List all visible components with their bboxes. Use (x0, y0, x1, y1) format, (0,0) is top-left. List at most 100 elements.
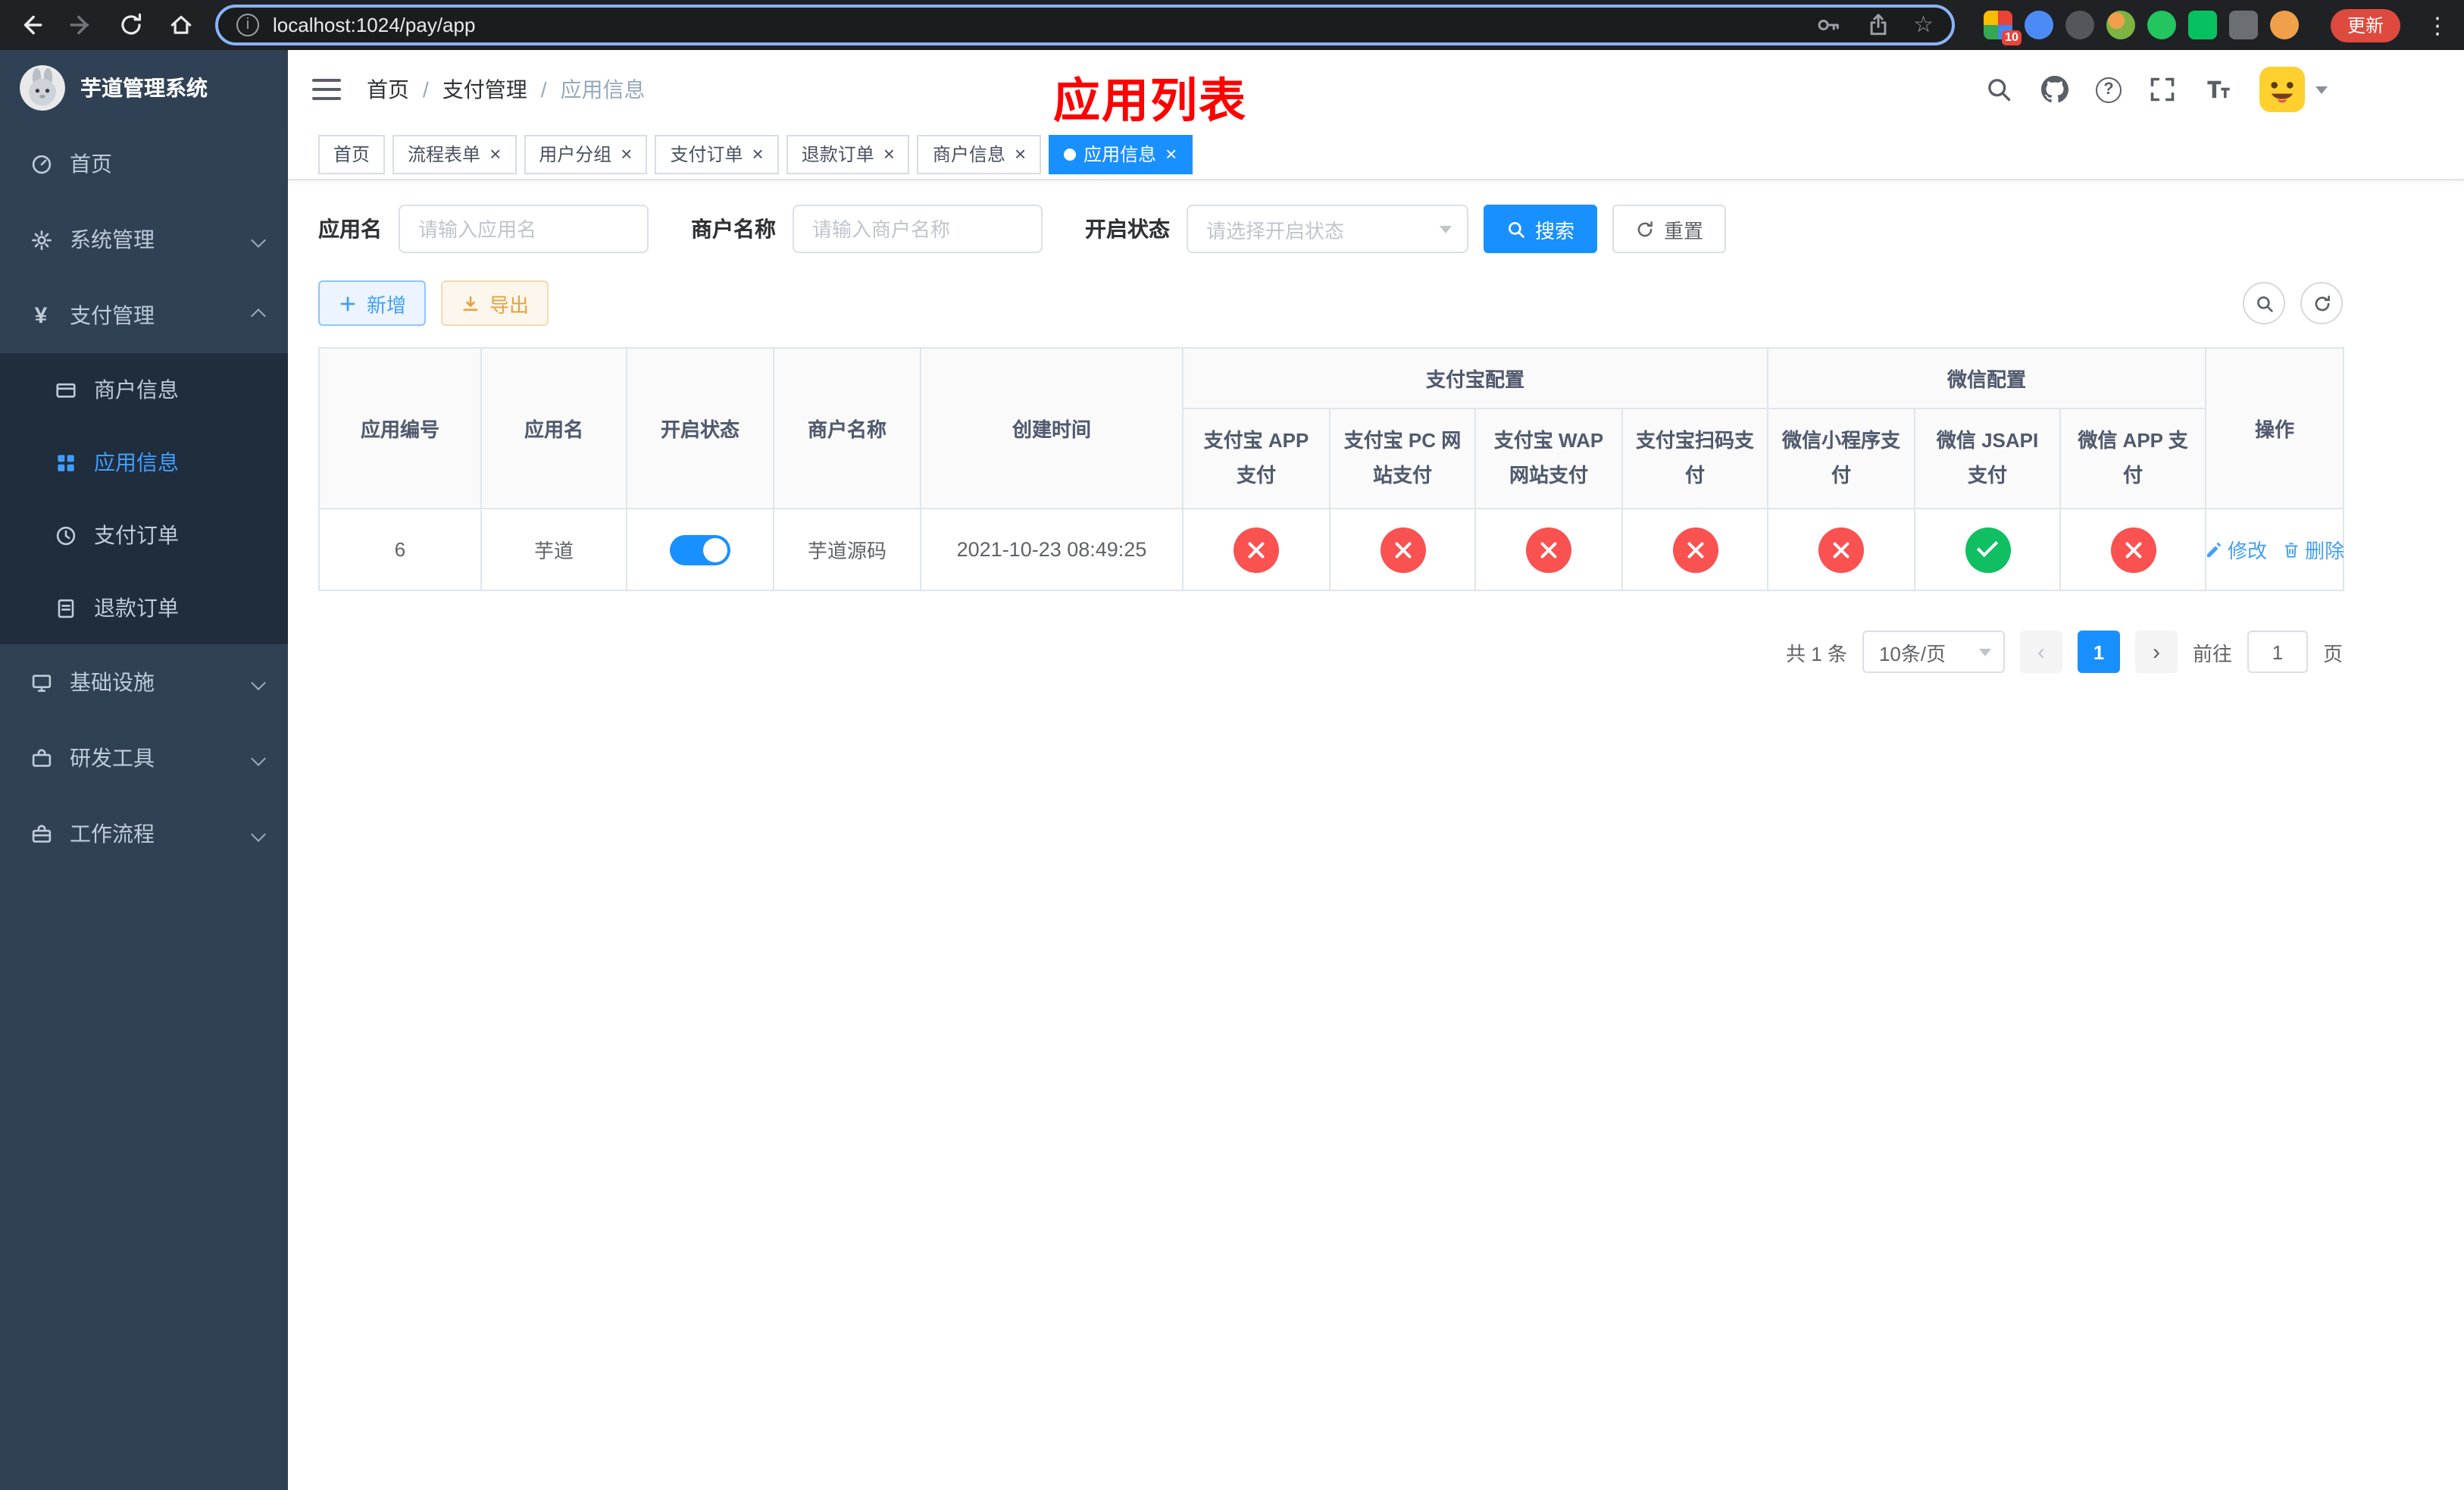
tab-pay-order[interactable]: 支付订单 × (655, 134, 779, 174)
browser-update-button[interactable]: 更新 (2330, 8, 2400, 42)
tab-app-info[interactable]: 应用信息 × (1049, 134, 1193, 174)
user-avatar[interactable] (2259, 67, 2328, 112)
breadcrumb-home[interactable]: 首页 (367, 74, 409, 105)
tags-view: 首页 流程表单 × 用户分组 × 支付订单 × 退款订单 × 商户信息 × 应用… (288, 129, 2464, 180)
navbar: 首页 / 支付管理 / 应用信息 应用列表 ? (288, 50, 2464, 129)
sidebar-item-payment-mgmt[interactable]: ¥ 支付管理 (0, 277, 288, 353)
sidebar-subitem-merchant-info[interactable]: 商户信息 (0, 353, 288, 426)
col-actions: 操作 (2205, 347, 2345, 509)
extension-green-avatar-icon[interactable] (2106, 11, 2135, 39)
tab-close-icon[interactable]: × (489, 144, 501, 164)
pagination-total: 共 1 条 (1786, 642, 1847, 665)
share-icon[interactable] (1863, 10, 1893, 40)
toggle-search-button[interactable] (2243, 282, 2285, 324)
forward-icon[interactable] (65, 10, 95, 40)
url-bar[interactable]: i localhost:1024/pay/app ☆ (215, 5, 1955, 45)
font-size-icon[interactable] (2203, 74, 2234, 105)
tab-close-icon[interactable]: × (883, 144, 895, 164)
hamburger-icon[interactable] (312, 79, 341, 100)
sidebar-subitem-label: 退款订单 (94, 596, 179, 620)
prev-page-button[interactable]: ‹ (2019, 631, 2062, 673)
edit-link[interactable]: 修改 (2205, 535, 2267, 564)
tab-home[interactable]: 首页 (318, 134, 386, 174)
toolbox-icon (29, 822, 53, 846)
sidebar-subitem-refund-order[interactable]: 退款订单 (0, 571, 288, 644)
app-name-label: 应用名 (318, 217, 382, 241)
extension-wecom-icon[interactable] (2187, 11, 2217, 39)
tab-close-icon[interactable]: × (752, 144, 764, 164)
password-key-icon[interactable] (1813, 10, 1843, 40)
tab-flow-form[interactable]: 流程表单 × (392, 134, 517, 174)
sidebar-subitem-app-info[interactable]: 应用信息 (0, 426, 288, 499)
breadcrumb-payment[interactable]: 支付管理 (442, 74, 527, 105)
yen-icon: ¥ (34, 302, 48, 328)
refresh-table-button[interactable] (2300, 282, 2343, 324)
breadcrumb: 首页 / 支付管理 / 应用信息 (367, 74, 646, 105)
reset-button[interactable]: 重置 (1612, 205, 1727, 253)
col-alipay-app: 支付宝 APP 支付 (1182, 408, 1330, 509)
back-icon[interactable] (15, 10, 45, 40)
merchant-name-input[interactable] (793, 205, 1043, 253)
add-button[interactable]: 新增 (318, 280, 427, 326)
tab-user-group[interactable]: 用户分组 × (524, 134, 648, 174)
sidebar-item-workflow[interactable]: 工作流程 (0, 796, 288, 872)
sidebar-logo-row[interactable]: 芋道管理系统 (0, 50, 288, 126)
browser-toolbar: i localhost:1024/pay/app ☆ 10 更新 ⋮ (0, 0, 2464, 50)
tab-merchant-info[interactable]: 商户信息 × (917, 134, 1042, 174)
credit-card-icon (53, 377, 77, 402)
goto-page-input[interactable] (2247, 631, 2308, 673)
bookmark-star-icon[interactable]: ☆ (1913, 14, 1934, 36)
chevron-down-icon (251, 232, 266, 247)
status-toggle-on[interactable] (670, 534, 730, 565)
extension-blue-icon[interactable] (2024, 11, 2053, 39)
col-wechat-jsapi: 微信 JSAPI 支付 (1914, 408, 2062, 509)
help-icon[interactable]: ? (2096, 77, 2122, 102)
browser-menu-kebab-icon[interactable]: ⋮ (2426, 11, 2449, 39)
sidebar-item-label: 支付管理 (70, 303, 155, 327)
extension-pinned-icon[interactable]: 10 (1983, 11, 2022, 45)
grid-icon (53, 450, 77, 474)
sidebar-subitem-pay-order[interactable]: 支付订单 (0, 499, 288, 571)
search-icon[interactable] (1984, 74, 2014, 105)
sidebar-item-home[interactable]: 首页 (0, 126, 288, 202)
tab-label: 首页 (333, 144, 371, 165)
reload-icon[interactable] (115, 10, 145, 40)
page-size-select[interactable]: 10条/页 (1862, 631, 2005, 673)
cell-status (626, 508, 774, 591)
extensions-puzzle-icon[interactable] (2228, 11, 2258, 39)
sidebar-item-dev-tools[interactable]: 研发工具 (0, 720, 288, 796)
github-icon[interactable] (2040, 74, 2070, 105)
clock-icon (53, 523, 77, 547)
site-info-icon[interactable]: i (236, 14, 259, 36)
refresh-icon (1635, 219, 1655, 239)
col-group-alipay: 支付宝配置 (1181, 347, 1769, 409)
col-app-id: 应用编号 (318, 347, 482, 509)
search-button[interactable]: 搜索 (1484, 205, 1598, 253)
extension-gray-icon[interactable] (2065, 11, 2094, 39)
tab-close-icon[interactable]: × (1165, 144, 1177, 164)
export-button[interactable]: 导出 (441, 280, 549, 326)
chevron-down-icon (251, 826, 266, 841)
extension-profile-icon[interactable] (2269, 11, 2299, 39)
page-1-button[interactable]: 1 (2077, 631, 2120, 673)
wechat-jsapi-enabled-icon (1965, 527, 2011, 572)
cell-app-name: 芋道 (480, 508, 627, 591)
sidebar-item-system-mgmt[interactable]: 系统管理 (0, 202, 288, 277)
fullscreen-icon[interactable] (2147, 74, 2178, 105)
app-name-input[interactable] (399, 205, 649, 253)
col-alipay-wap: 支付宝 WAP 网站支付 (1474, 408, 1623, 509)
tab-refund-order[interactable]: 退款订单 × (786, 134, 910, 174)
alipay-wap-disabled-icon (1526, 527, 1571, 572)
dashboard-icon (29, 152, 53, 176)
add-button-label: 新增 (367, 293, 407, 316)
home-icon[interactable] (165, 10, 195, 40)
next-page-button[interactable]: › (2134, 631, 2178, 673)
col-wechat-app: 微信 APP 支付 (2059, 408, 2207, 509)
tab-close-icon[interactable]: × (621, 144, 632, 164)
delete-link[interactable]: 删除 (2282, 535, 2344, 564)
status-select[interactable]: 请选择开启状态 (1187, 205, 1468, 253)
sidebar-item-infrastructure[interactable]: 基础设施 (0, 644, 288, 720)
url-text[interactable]: localhost:1024/pay/app (273, 14, 1800, 36)
tab-close-icon[interactable]: × (1015, 144, 1026, 164)
extension-wechat-devtools-icon[interactable] (2147, 11, 2176, 39)
